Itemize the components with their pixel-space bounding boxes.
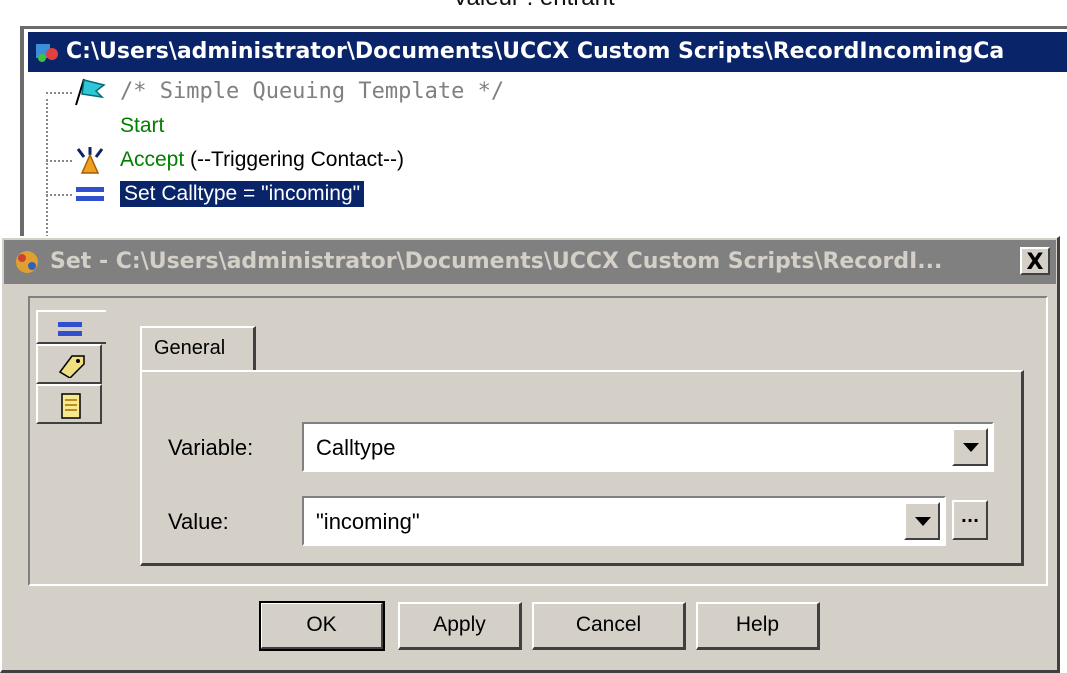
tree-set-label: Set Calltype = "incoming" <box>120 181 365 207</box>
variable-label: Variable: <box>168 435 254 460</box>
image-caption: Valeur : entrant <box>0 0 1067 10</box>
set-icon <box>58 322 82 336</box>
value-label: Value: <box>168 509 229 534</box>
tag-icon <box>58 355 85 378</box>
tree-comment-label: /* Simple Queuing Template */ <box>120 79 505 104</box>
dialog-app-icon <box>16 251 38 273</box>
cancel-button[interactable]: Cancel <box>532 602 686 650</box>
script-editor-window: C:\Users\administrator\Documents\UCCX Cu… <box>20 26 1067 249</box>
editor-title-text: C:\Users\administrator\Documents\UCCX Cu… <box>66 39 1005 64</box>
accept-icon <box>76 147 104 174</box>
dialog-title-text: Set - C:\Users\administrator\Documents\U… <box>50 249 943 274</box>
value-value: "incoming" <box>316 509 420 534</box>
general-panel: Variable: Calltype Value: "incoming" ... <box>140 370 1024 566</box>
value-dropdown-button[interactable] <box>904 502 940 540</box>
dialog-body: General Variable: Calltype Value: "incom… <box>28 296 1048 586</box>
variable-dropdown-button[interactable] <box>952 428 988 466</box>
tab-general[interactable]: General <box>140 326 256 372</box>
set-step-dialog: Set - C:\Users\administrator\Documents\U… <box>0 236 1060 673</box>
tree-accept-params: (--Triggering Contact--) <box>184 148 404 171</box>
side-tab-comment[interactable] <box>36 384 102 424</box>
tree-connector-line <box>46 99 48 249</box>
variable-value: Calltype <box>316 435 396 460</box>
value-select[interactable]: "incoming" <box>302 496 946 546</box>
side-tab-label[interactable] <box>36 344 102 384</box>
ok-button[interactable]: OK <box>259 601 385 651</box>
side-tab-set[interactable] <box>36 310 106 344</box>
flag-icon <box>75 78 106 106</box>
script-tree: /* Simple Queuing Template */ Start Acce… <box>24 75 1064 249</box>
notepad-icon <box>61 393 81 419</box>
editor-title-bar[interactable]: C:\Users\administrator\Documents\UCCX Cu… <box>28 32 1067 72</box>
dialog-title-bar[interactable]: Set - C:\Users\administrator\Documents\U… <box>4 240 1056 284</box>
set-icon <box>76 187 104 201</box>
close-button[interactable]: X <box>1020 247 1050 275</box>
tree-accept-step-label: Accept <box>120 148 185 171</box>
apply-button[interactable]: Apply <box>398 602 522 650</box>
value-expression-button[interactable]: ... <box>952 500 988 540</box>
variable-select[interactable]: Calltype <box>302 422 994 472</box>
tree-start-label: Start <box>120 114 165 137</box>
help-button[interactable]: Help <box>696 602 820 650</box>
script-editor-app-icon <box>36 44 58 62</box>
